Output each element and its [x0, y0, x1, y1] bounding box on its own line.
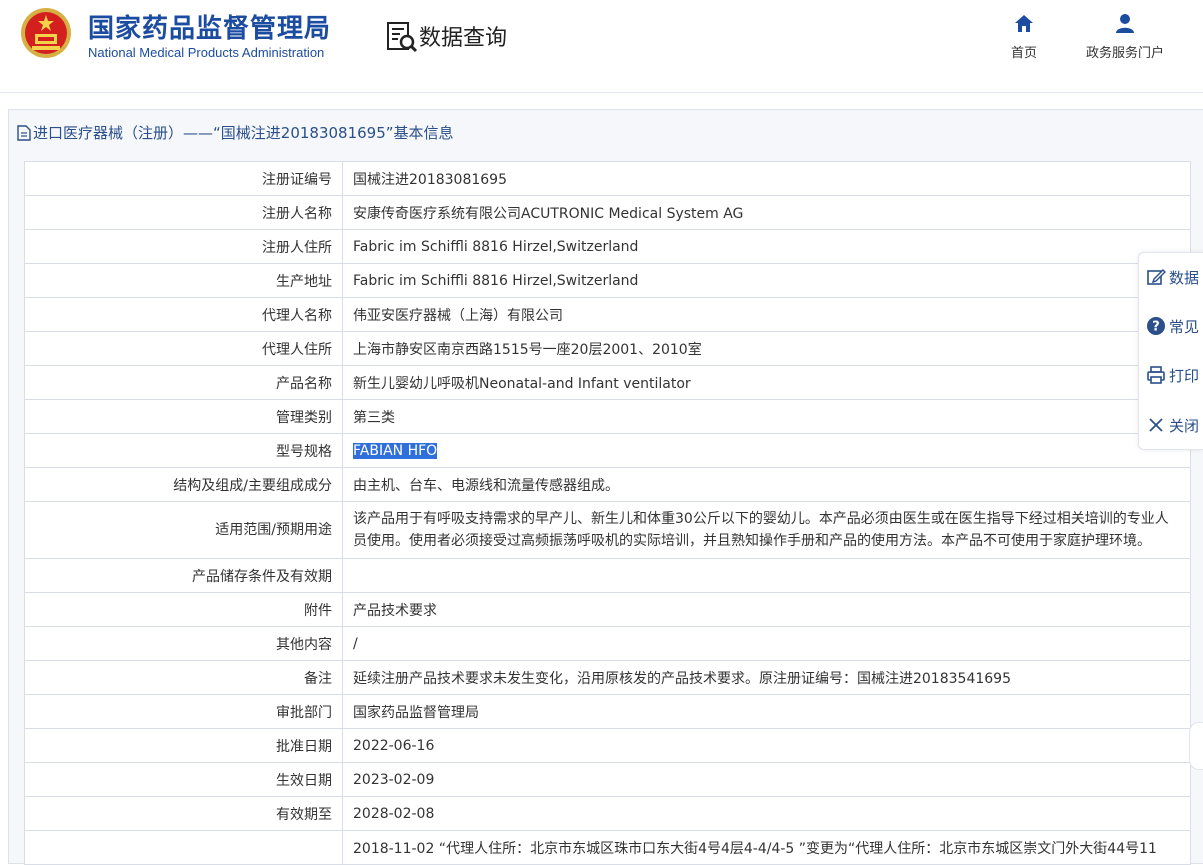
side-faq-label: 常见: [1169, 317, 1200, 336]
nav-home[interactable]: 首页: [1006, 12, 1042, 61]
breadcrumb: 进口医疗器械（注册）——“国械注进20183081695”基本信息: [17, 122, 454, 143]
table-row: 审批部门 国家药品监督管理局: [24, 694, 1191, 729]
nav-home-label: 首页: [1010, 46, 1037, 61]
breadcrumb-text: 进口医疗器械（注册）——“国械注进20183081695”基本信息: [33, 124, 454, 142]
table-row: 代理人名称 伟亚安医疗器械（上海）有限公司: [24, 297, 1191, 332]
table-row: 有效期至 2028-02-08: [24, 796, 1191, 831]
print-icon: [1147, 366, 1165, 384]
row-value: 第三类: [342, 399, 1191, 434]
row-key: 产品储存条件及有效期: [24, 558, 343, 593]
national-emblem-icon: [21, 8, 71, 58]
row-key: 生效日期: [24, 762, 343, 797]
help-icon: ?: [1147, 317, 1165, 335]
nav-service-portal-label: 政务服务门户: [1085, 46, 1164, 61]
data-query-title: 数据查询: [419, 26, 508, 51]
nav-service-portal[interactable]: 政务服务门户: [1082, 12, 1168, 61]
row-value: 安康传奇医疗系统有限公司ACUTRONIC Medical System AG: [342, 195, 1191, 230]
row-value-model[interactable]: FABIAN HFO: [342, 433, 1191, 468]
table-row: 结构及组成/主要组成成分 由主机、台车、电源线和流量传感器组成。: [24, 467, 1191, 502]
row-value: Fabric im Schiffli 8816 Hirzel,Switzerla…: [342, 263, 1191, 298]
row-key: 备注: [24, 660, 343, 695]
row-key: [24, 830, 343, 865]
table-row: 生产地址 Fabric im Schiffli 8816 Hirzel,Switz…: [24, 263, 1191, 298]
row-key: 生产地址: [24, 263, 343, 298]
data-query-icon: [387, 22, 418, 53]
table-row: 附件 产品技术要求: [24, 592, 1191, 627]
edit-icon: [1147, 269, 1166, 285]
side-print-label: 打印: [1169, 366, 1200, 385]
row-key: 适用范围/预期用途: [24, 501, 343, 559]
detail-panel: 进口医疗器械（注册）——“国械注进20183081695”基本信息 注册证编号国…: [8, 109, 1203, 865]
row-key: 注册人名称: [24, 195, 343, 230]
row-value: 2023-02-09: [342, 762, 1191, 797]
site-header: 国家药品监督管理局 National Medical Products Admi…: [0, 0, 1203, 93]
side-data-button[interactable]: 数据: [1146, 265, 1203, 289]
table-row: 批准日期 2022-06-16: [24, 728, 1191, 763]
row-value: 该产品用于有呼吸支持需求的早产儿、新生儿和体重30公斤以下的婴幼儿。本产品必须由…: [342, 501, 1191, 559]
row-value: 延续注册产品技术要求未发生变化，沿用原核发的产品技术要求。原注册证编号：国械注进…: [342, 660, 1191, 695]
row-value: 国械注进20183081695: [342, 161, 1191, 196]
svg-text:?: ?: [1152, 320, 1160, 335]
row-key: 审批部门: [24, 694, 343, 729]
row-value: Fabric im Schiffli 8816 Hirzel,Switzerla…: [342, 229, 1191, 264]
row-value: 2022-06-16: [342, 728, 1191, 763]
table-row: 其他内容 /: [24, 626, 1191, 661]
table-row: 产品储存条件及有效期: [24, 558, 1191, 593]
row-key: 批准日期: [24, 728, 343, 763]
floating-side-toolbar: 数据 ? 常见 打印 关闭: [1138, 252, 1203, 450]
table-row: 注册人名称 安康传奇医疗系统有限公司ACUTRONIC Medical Syste…: [24, 195, 1191, 230]
row-key: 有效期至: [24, 796, 343, 831]
table-row: 注册证编号 国械注进20183081695: [24, 161, 1191, 196]
row-value: 上海市静安区南京西路1515号一座20层2001、2010室: [342, 331, 1191, 366]
row-key: 管理类别: [24, 399, 343, 434]
table-row: 适用范围/预期用途 该产品用于有呼吸支持需求的早产儿、新生儿和体重30公斤以下的婴…: [24, 501, 1191, 559]
side-close-label: 关闭: [1169, 416, 1200, 435]
side-print-button[interactable]: 打印: [1146, 363, 1203, 387]
row-value: 新生儿婴幼儿呼吸机Neonatal-and Infant ventilator: [342, 365, 1191, 400]
row-value: [342, 558, 1191, 593]
table-row: 型号规格 FABIAN HFO: [24, 433, 1191, 468]
row-key: 代理人住所: [24, 331, 343, 366]
row-value: /: [342, 626, 1191, 661]
table-row: 生效日期 2023-02-09: [24, 762, 1191, 797]
home-icon: [1015, 15, 1033, 32]
row-key: 注册人住所: [24, 229, 343, 264]
row-key: 型号规格: [24, 433, 343, 468]
row-value: 国家药品监督管理局: [342, 694, 1191, 729]
table-row: 备注 延续注册产品技术要求未发生变化，沿用原核发的产品技术要求。原注册证编号：国械…: [24, 660, 1191, 695]
table-row: 注册人住所 Fabric im Schiffli 8816 Hirzel,Swit…: [24, 229, 1191, 264]
row-key: 注册证编号: [24, 161, 343, 196]
user-icon: [1116, 14, 1134, 33]
table-row: 管理类别 第三类: [24, 399, 1191, 434]
row-value: 由主机、台车、电源线和流量传感器组成。: [342, 467, 1191, 502]
selected-text-highlight: FABIAN HFO: [353, 442, 438, 459]
side-data-label: 数据: [1169, 268, 1200, 287]
edge-scroll-handle[interactable]: [1189, 722, 1203, 770]
row-value: 产品技术要求: [342, 592, 1191, 627]
side-faq-button[interactable]: ? 常见: [1146, 314, 1203, 338]
side-close-button[interactable]: 关闭: [1146, 413, 1203, 437]
close-icon: [1149, 418, 1163, 432]
row-key: 附件: [24, 592, 343, 627]
row-key: 结构及组成/主要组成成分: [24, 467, 343, 502]
table-row: 产品名称 新生儿婴幼儿呼吸机Neonatal-and Infant ventila…: [24, 365, 1191, 400]
row-key: 代理人名称: [24, 297, 343, 332]
row-value: 2028-02-08: [342, 796, 1191, 831]
brand-title-cn: 国家药品监督管理局: [88, 14, 332, 44]
row-key: 其他内容: [24, 626, 343, 661]
registration-info-table: 注册证编号 国械注进20183081695 注册人名称 安康传奇医疗系统有限公司AC…: [24, 161, 1191, 865]
brand-title-en: National Medical Products Administration: [88, 45, 325, 60]
table-row: 代理人住所 上海市静安区南京西路1515号一座20层2001、2010室: [24, 331, 1191, 366]
document-icon: [17, 124, 31, 141]
table-row: 2018-11-02 “代理人住所：北京市东城区珠市口东大街4号4层4-4/4-…: [24, 830, 1191, 865]
row-key: 产品名称: [24, 365, 343, 400]
row-value: 伟亚安医疗器械（上海）有限公司: [342, 297, 1191, 332]
row-value-change-history: 2018-11-02 “代理人住所：北京市东城区珠市口东大街4号4层4-4/4-…: [342, 830, 1191, 865]
